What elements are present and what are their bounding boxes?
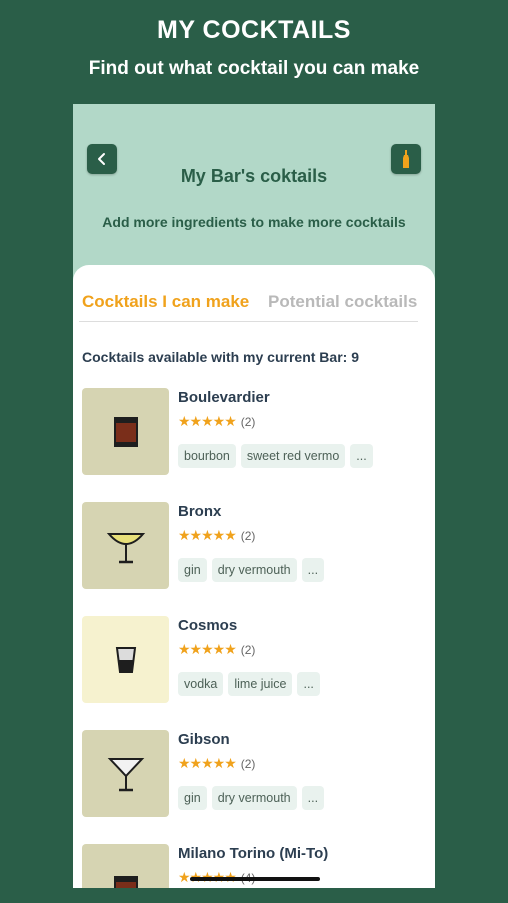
home-indicator[interactable] — [190, 877, 320, 881]
more-ingredients-tag[interactable]: ... — [301, 558, 325, 582]
cocktail-name: Bronx — [178, 503, 222, 520]
page-title: My Bar's coktails — [180, 166, 328, 186]
rating-count: (2) — [240, 642, 256, 657]
rocks-glass-icon — [113, 416, 138, 447]
rating: ★★★★★ (2) — [178, 527, 255, 544]
ingredient-tags: gin dry vermouth ... — [178, 558, 329, 582]
ingredient-tags: bourbon sweet red vermo ... — [178, 444, 378, 468]
ingredient-tag: dry vermouth — [211, 558, 297, 582]
cocktail-image — [82, 502, 169, 589]
cocktail-name: Gibson — [178, 731, 230, 748]
chevron-left-icon — [98, 153, 105, 165]
tab-cocktails-i-can-make[interactable]: Cocktails I can make — [82, 292, 249, 312]
ingredient-tags: gin dry vermouth ... — [178, 786, 329, 810]
ingredient-tag: gin — [178, 786, 207, 810]
cocktail-list-item[interactable]: Gibson ★★★★★ (2) gin dry vermouth ... — [82, 730, 427, 820]
ingredient-tag: bourbon — [178, 444, 236, 468]
cocktail-list-item[interactable]: Bronx ★★★★★ (2) gin dry vermouth ... — [82, 502, 427, 592]
star-rating-icon: ★★★★★ — [178, 755, 237, 771]
ingredient-tag: gin — [178, 558, 207, 582]
ingredient-tag: vodka — [178, 672, 224, 696]
cocktail-list-item[interactable]: Boulevardier ★★★★★ (2) bourbon sweet red… — [82, 388, 427, 478]
cocktail-image — [82, 730, 169, 817]
ingredient-tag: sweet red vermo — [240, 444, 346, 468]
rating-count: (2) — [240, 528, 256, 543]
cocktail-list-item[interactable]: Cosmos ★★★★★ (2) vodka lime juice ... — [82, 616, 427, 706]
rating: ★★★★★ (2) — [178, 413, 255, 430]
more-ingredients-tag[interactable]: ... — [301, 786, 325, 810]
my-bar-button[interactable] — [391, 144, 421, 174]
rating-count: (2) — [240, 414, 256, 429]
cocktail-image — [82, 844, 169, 888]
coupe-glass-icon — [106, 532, 145, 563]
star-rating-icon: ★★★★★ — [178, 641, 237, 657]
rating-count: (2) — [240, 756, 256, 771]
rating: ★★★★★ (2) — [178, 755, 255, 772]
cocktail-name: Boulevardier — [178, 389, 270, 406]
cocktail-image — [82, 388, 169, 475]
star-rating-icon: ★★★★★ — [178, 413, 237, 429]
more-ingredients-tag[interactable]: ... — [297, 672, 320, 696]
ingredient-tags: vodka lime juice ... — [178, 672, 325, 696]
ingredient-tag: dry vermouth — [211, 786, 297, 810]
tab-divider — [79, 321, 418, 322]
ingredient-tag: lime juice — [228, 672, 293, 696]
cocktail-image — [82, 616, 169, 703]
more-ingredients-tag[interactable]: ... — [350, 444, 373, 468]
cocktail-list-item[interactable]: Milano Torino (Mi-To) ★★★★★ (4) — [82, 844, 427, 888]
tab-potential-cocktails[interactable]: Potential cocktails — [268, 292, 417, 312]
cocktail-name: Cosmos — [178, 617, 238, 634]
promo-subtitle: Find out what cocktail you can make — [88, 58, 420, 79]
shot-glass-icon — [115, 646, 136, 673]
rating: ★★★★★ (2) — [178, 641, 255, 658]
promo-title: MY COCKTAILS — [157, 16, 351, 44]
rocks-glass-icon — [113, 876, 138, 888]
content-panel: Cocktails I can make Potential cocktails… — [73, 265, 435, 888]
available-count-text: Cocktails available with my current Bar:… — [82, 349, 359, 365]
bottle-icon — [403, 150, 409, 168]
page-header: My Bar's coktails Add more ingredients t… — [73, 104, 435, 289]
page-subtitle: Add more ingredients to make more cockta… — [102, 214, 406, 230]
martini-glass-icon — [107, 757, 144, 791]
phone-screen: My Bar's coktails Add more ingredients t… — [73, 104, 435, 888]
star-rating-icon: ★★★★★ — [178, 527, 237, 543]
cocktail-name: Milano Torino (Mi-To) — [178, 845, 329, 862]
